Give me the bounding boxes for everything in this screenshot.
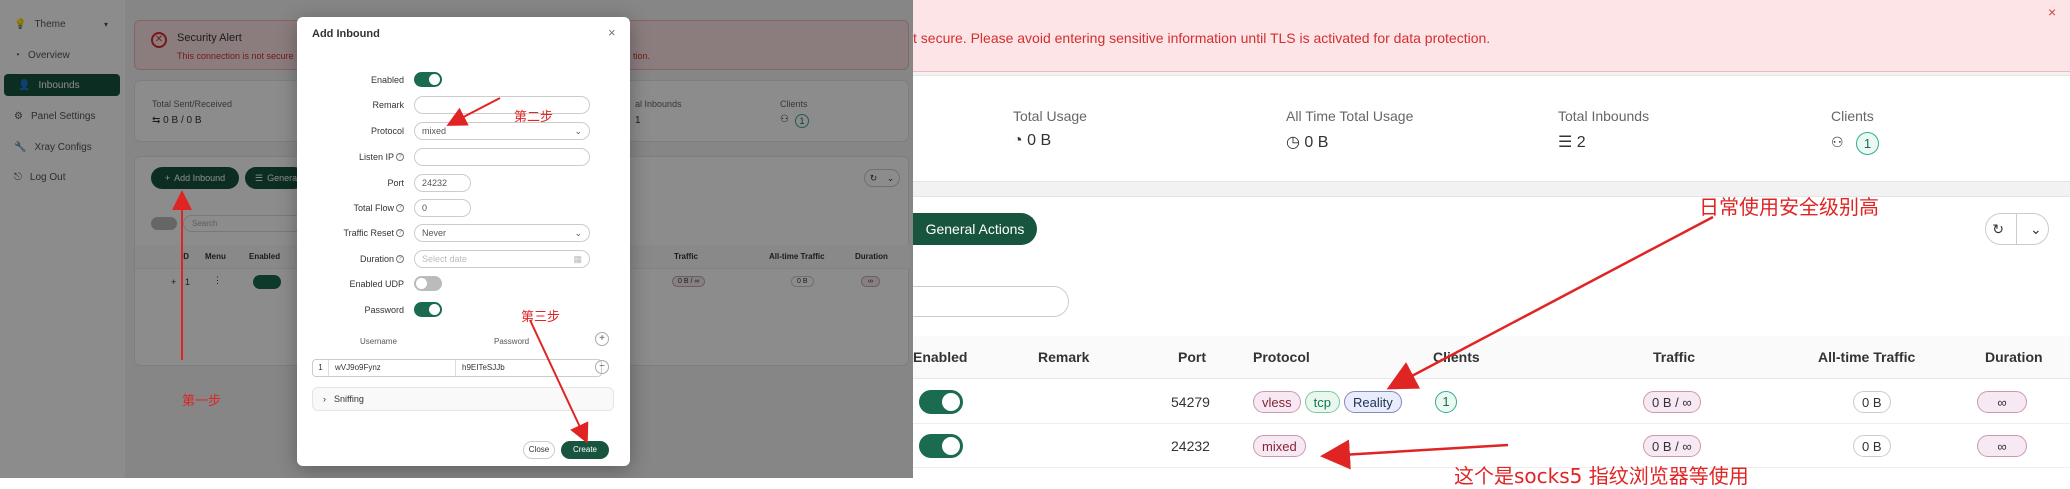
right-screenshot: t secure. Please avoid entering sensitiv… (913, 0, 2070, 489)
annotation-arrows (172, 97, 589, 444)
security-arrow (1386, 215, 1714, 390)
step3-arrow (529, 319, 589, 444)
socks-arrow (1320, 439, 1509, 470)
left-screenshot: 💡 Theme ▾ ◔ Overview 👤 Inbounds ⚙ Panel … (0, 0, 913, 478)
annotation-arrows (1320, 215, 1714, 470)
step2-arrow (446, 97, 501, 126)
